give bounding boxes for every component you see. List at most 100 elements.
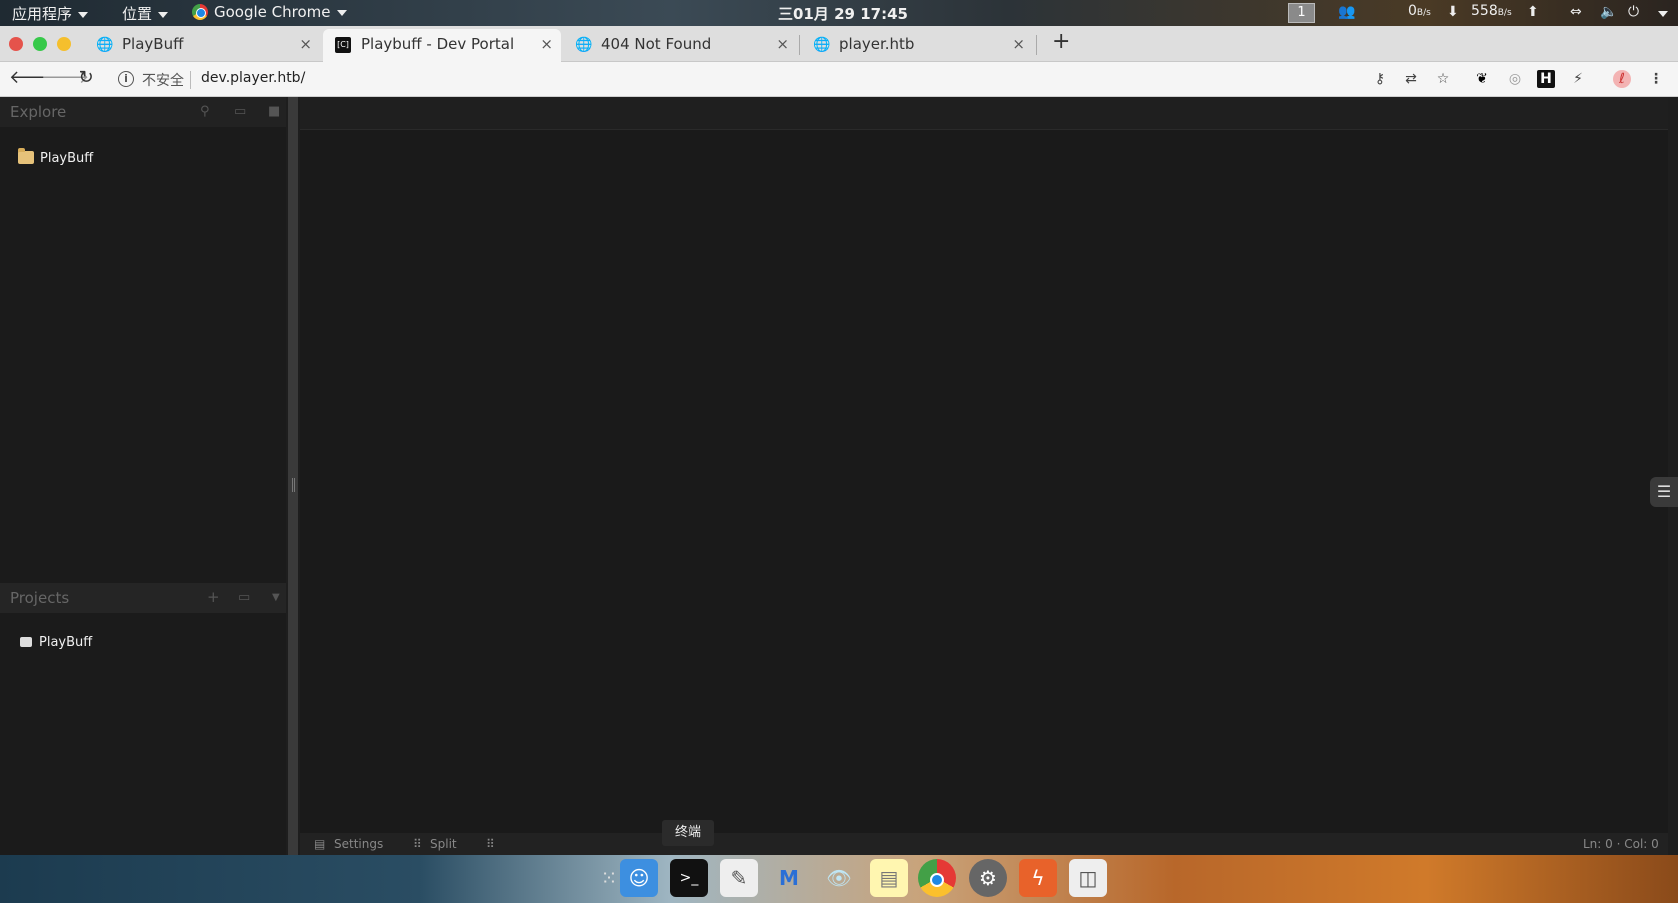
- power-icon[interactable]: ⏻: [1628, 4, 1639, 20]
- system-top-bar: 应用程序 位置 Google Chrome 三01月 29 17:45 1 👥 …: [0, 0, 1678, 26]
- clock[interactable]: 三01月 29 17:45: [778, 3, 908, 24]
- key-icon[interactable]: ⚷: [1371, 70, 1389, 88]
- translate-icon[interactable]: ⇄: [1402, 70, 1420, 88]
- tab-404[interactable]: 🌐 404 Not Found ×: [563, 29, 797, 62]
- extension-h-icon[interactable]: H: [1537, 70, 1555, 88]
- tab-close-icon[interactable]: ×: [776, 35, 789, 53]
- project-box-icon[interactable]: ▭: [234, 104, 246, 119]
- tree-item-label: PlayBuff: [40, 151, 94, 166]
- globe-icon: 🌐: [813, 37, 831, 53]
- dock-tooltip: 终端: [662, 820, 714, 846]
- places-menu-label: 位置: [122, 5, 153, 23]
- url-separator: [190, 71, 191, 89]
- workspace-indicator[interactable]: 1: [1288, 3, 1315, 23]
- cursor-position: Ln: 0 · Col: 0: [1583, 837, 1659, 851]
- active-app-label: Google Chrome: [214, 3, 331, 21]
- tab-title: 404 Not Found: [601, 35, 712, 53]
- notes-icon[interactable]: ▤: [870, 859, 908, 897]
- explore-panel-header: Explore ⚲ ▭ ■: [0, 97, 286, 127]
- editor-area[interactable]: [300, 130, 1668, 835]
- splitter-grip[interactable]: [292, 478, 295, 492]
- chevron-down-icon: [158, 11, 169, 18]
- security-label[interactable]: 不安全: [142, 70, 184, 90]
- search-icon[interactable]: ⚲: [200, 104, 210, 119]
- right-panel-toggle-icon[interactable]: ☰: [1650, 477, 1678, 507]
- chevron-down-icon: [78, 11, 89, 18]
- split-icon[interactable]: ⠿: [413, 837, 422, 851]
- new-tab-button[interactable]: +: [1052, 29, 1070, 54]
- sidebar-splitter[interactable]: [288, 97, 298, 855]
- tab-separator: [1036, 35, 1037, 55]
- star-icon[interactable]: ☆: [1434, 70, 1452, 88]
- project-box-icon[interactable]: ▭: [238, 590, 250, 605]
- net-up-unit: B/s: [1497, 8, 1512, 18]
- malwarebytes-icon[interactable]: M: [770, 859, 808, 897]
- apps-menu-label: 应用程序: [12, 5, 73, 23]
- project-item-playbuff[interactable]: PlayBuff: [20, 635, 92, 650]
- codiad-favicon-icon: [C]: [335, 37, 351, 53]
- folder-icon: [18, 148, 34, 164]
- info-icon[interactable]: i: [118, 71, 134, 87]
- projects-panel-header: Projects + ▭ ▼: [0, 583, 286, 613]
- chevron-down-icon: [336, 9, 347, 16]
- chrome-icon: [192, 4, 208, 20]
- chrome-icon[interactable]: [918, 859, 956, 897]
- more-menu-icon[interactable]: ⋮: [1647, 70, 1665, 88]
- tab-close-icon[interactable]: ×: [299, 35, 312, 53]
- reload-icon[interactable]: ↻: [74, 67, 98, 88]
- globe-icon: 🌐: [96, 37, 114, 53]
- profile-avatar[interactable]: ℓ: [1613, 70, 1631, 88]
- tab-dev-portal[interactable]: [C] Playbuff - Dev Portal ×: [323, 29, 561, 62]
- net-down-value: 0: [1408, 3, 1417, 19]
- globe-icon: 🌐: [575, 37, 593, 53]
- dock: ⁙ ☺ >_ ✎ M 👁 ▤ ⚙ ϟ ◫: [0, 855, 1678, 903]
- maximize-window-button[interactable]: [33, 37, 47, 51]
- tab-close-icon[interactable]: ×: [540, 35, 553, 53]
- tab-close-icon[interactable]: ×: [1012, 35, 1025, 53]
- minimize-window-button[interactable]: [57, 37, 71, 51]
- system-menu-chevron-icon[interactable]: [1658, 11, 1668, 17]
- editor-status-bar: ▤ Settings ⠿ Split ⠿ Ln: 0 · Col: 0: [300, 833, 1668, 855]
- extension-wand-icon[interactable]: ⚡: [1569, 70, 1587, 88]
- tab-playbuff[interactable]: 🌐 PlayBuff ×: [84, 29, 320, 62]
- app-drawer-icon[interactable]: ◫: [1069, 859, 1107, 897]
- finder-icon[interactable]: ☺: [620, 859, 658, 897]
- settings-button[interactable]: Settings: [334, 837, 383, 851]
- collapse-icon[interactable]: ▼: [272, 592, 280, 603]
- people-icon[interactable]: 👥: [1338, 4, 1355, 20]
- back-icon[interactable]: 🡐: [9, 67, 57, 88]
- close-window-button[interactable]: [9, 37, 23, 51]
- projects-title: Projects: [10, 589, 70, 607]
- settings-icon[interactable]: ▤: [314, 837, 325, 851]
- split-button[interactable]: Split: [430, 837, 457, 851]
- address-bar[interactable]: dev.player.htb/: [201, 70, 305, 86]
- apps-menu[interactable]: 应用程序: [12, 3, 89, 24]
- tab-player-htb[interactable]: 🌐 player.htb ×: [801, 29, 1033, 62]
- arrow-up-icon: ⬆: [1527, 4, 1539, 20]
- net-down-speed: 0B/s: [1408, 3, 1431, 19]
- net-up-value: 558: [1471, 3, 1498, 19]
- tab-separator: [799, 35, 800, 55]
- burp-icon[interactable]: ϟ: [1019, 859, 1057, 897]
- active-app-menu[interactable]: Google Chrome: [192, 3, 347, 21]
- tree-item-label: PlayBuff: [39, 635, 93, 650]
- sidebar: Explore ⚲ ▭ ■ PlayBuff Projects + ▭ ▼ Pl…: [0, 97, 286, 855]
- system-prefs-icon[interactable]: ⚙: [969, 859, 1007, 897]
- project-icon: [20, 637, 32, 647]
- browser-toolbar: 🡐 🡒 ↻ i 不安全 dev.player.htb/ ⚷ ⇄ ☆ ❦ ◎ H …: [0, 62, 1678, 97]
- network-icon[interactable]: ⇔: [1570, 4, 1582, 20]
- forward-icon[interactable]: 🡒: [41, 67, 89, 88]
- grid-icon[interactable]: ⠿: [486, 837, 495, 851]
- terminal-icon[interactable]: >_: [670, 859, 708, 897]
- explore-item-playbuff[interactable]: PlayBuff: [18, 148, 94, 166]
- arrow-down-icon: ⬇: [1447, 4, 1459, 20]
- volume-icon[interactable]: 🔈: [1600, 4, 1617, 20]
- add-project-button[interactable]: +: [207, 588, 220, 606]
- eye-icon[interactable]: 👁: [820, 859, 858, 897]
- lock-icon[interactable]: ■: [268, 104, 280, 119]
- net-down-unit: B/s: [1416, 8, 1431, 18]
- extension-gnome-icon[interactable]: ❦: [1473, 70, 1491, 88]
- text-editor-icon[interactable]: ✎: [720, 859, 758, 897]
- places-menu[interactable]: 位置: [122, 3, 169, 24]
- extension-badge-icon[interactable]: ◎: [1506, 70, 1524, 88]
